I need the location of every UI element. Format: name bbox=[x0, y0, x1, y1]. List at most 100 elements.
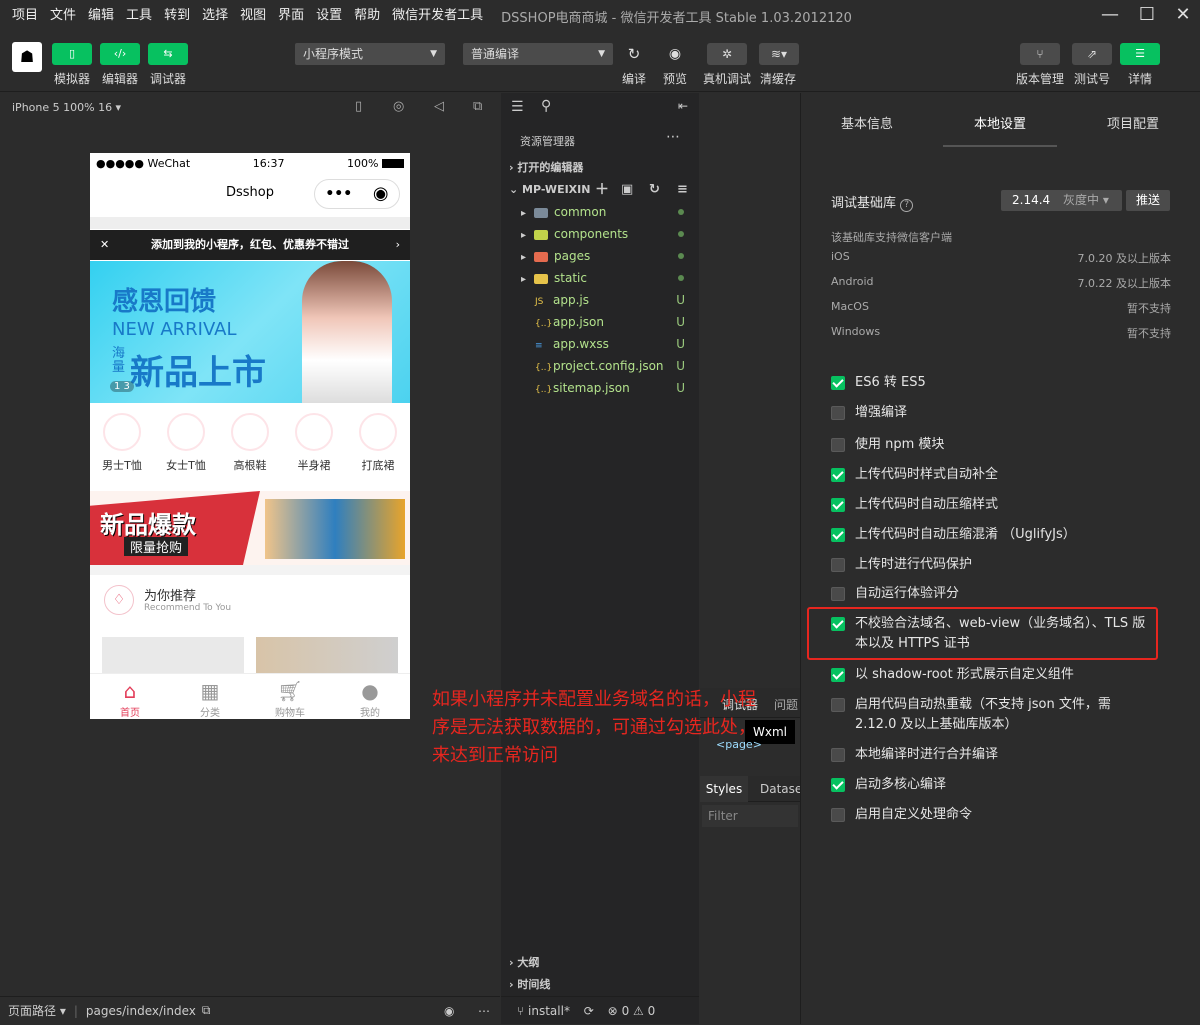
menu-file[interactable]: 文件 bbox=[44, 0, 82, 32]
warning-icon[interactable]: ⚠ bbox=[633, 1004, 644, 1018]
branch-name[interactable]: install* bbox=[528, 1004, 570, 1018]
collapse-all-icon[interactable]: ≡ bbox=[677, 179, 688, 201]
debugger-button[interactable]: ⇆ bbox=[148, 43, 188, 65]
phone-outline-icon[interactable]: ▯ bbox=[355, 99, 362, 114]
option-row[interactable]: 启用代码自动热重载（不支持 json 文件，需 2.12.0 及以上基础库版本） bbox=[831, 695, 1171, 735]
tab-styles[interactable]: Styles bbox=[700, 776, 748, 802]
remote-debug-button[interactable]: ✲ bbox=[707, 43, 747, 65]
refresh-icon[interactable]: ↻ bbox=[649, 179, 660, 201]
capsule-close-icon[interactable]: ◉ bbox=[373, 174, 389, 214]
checkbox-icon[interactable] bbox=[831, 406, 845, 420]
option-row[interactable]: 上传时进行代码保护 bbox=[831, 555, 1171, 575]
file-item[interactable]: JS app.js U bbox=[501, 289, 699, 311]
chevron-right-icon[interactable]: › bbox=[396, 230, 400, 260]
avatar[interactable]: ☗ bbox=[12, 42, 42, 72]
files-icon[interactable]: ☰ bbox=[511, 99, 524, 115]
window-icon[interactable]: ⧉ bbox=[473, 99, 482, 114]
clear-cache-button[interactable]: ≋▾ bbox=[759, 43, 799, 65]
menu-help[interactable]: 帮助 bbox=[348, 0, 386, 32]
file-item[interactable]: {..}project.config.json U bbox=[501, 355, 699, 377]
promo-banner[interactable]: 新品爆款 限量抢购 bbox=[90, 491, 410, 565]
minimize-icon[interactable]: — bbox=[1090, 0, 1130, 32]
checkbox-checked-icon[interactable] bbox=[831, 376, 845, 390]
checkbox-icon[interactable] bbox=[831, 558, 845, 572]
tab-issues[interactable]: 问题 bbox=[774, 696, 798, 713]
push-button[interactable]: 推送 bbox=[1126, 190, 1170, 211]
checkbox-checked-icon[interactable] bbox=[831, 668, 845, 682]
eye-icon[interactable]: ◉ bbox=[660, 43, 690, 65]
maximize-icon[interactable]: ☐ bbox=[1127, 0, 1167, 32]
menu-devtools[interactable]: 微信开发者工具 bbox=[386, 0, 489, 32]
timeline-section[interactable]: › 时间线 bbox=[501, 974, 699, 996]
option-row[interactable]: ES6 转 ES5 bbox=[831, 373, 1171, 393]
checkbox-icon[interactable] bbox=[831, 438, 845, 452]
checkbox-icon[interactable] bbox=[831, 748, 845, 762]
checkbox-icon[interactable] bbox=[831, 808, 845, 822]
add-tip-bar[interactable]: ✕ 添加到我的小程序，红包、优惠券不错过 › bbox=[90, 230, 410, 260]
tab-category[interactable]: ▦ 分类 bbox=[170, 674, 250, 719]
option-row[interactable]: 启用自定义处理命令 bbox=[831, 805, 1171, 825]
record-icon[interactable]: ◎ bbox=[393, 99, 404, 114]
menu-project[interactable]: 项目 bbox=[6, 0, 44, 32]
option-row[interactable]: 启动多核心编译 bbox=[831, 775, 1171, 795]
checkbox-checked-icon[interactable] bbox=[831, 528, 845, 542]
tab-local-settings[interactable]: 本地设置 bbox=[974, 113, 1026, 132]
folder-item[interactable]: ▸ components bbox=[501, 223, 699, 245]
checkbox-checked-icon[interactable] bbox=[831, 778, 845, 792]
menu-settings[interactable]: 设置 bbox=[310, 0, 348, 32]
tab-home[interactable]: ⌂ 首页 bbox=[90, 674, 170, 719]
checkbox-icon[interactable] bbox=[831, 698, 845, 712]
menu-goto[interactable]: 转到 bbox=[158, 0, 196, 32]
option-row[interactable]: 上传代码时样式自动补全 bbox=[831, 465, 1171, 485]
sync-icon[interactable]: ⟳ bbox=[584, 1004, 594, 1018]
version-button[interactable]: ⑂ bbox=[1020, 43, 1060, 65]
details-button[interactable]: ☰ bbox=[1120, 43, 1160, 65]
eye-icon[interactable]: ◉ bbox=[444, 1004, 454, 1018]
checkbox-icon[interactable] bbox=[831, 587, 845, 601]
tab-cart[interactable]: 🛒︎ 购物车 bbox=[250, 674, 330, 719]
simulator-button[interactable]: ▯ bbox=[52, 43, 92, 65]
product-card[interactable] bbox=[102, 637, 244, 677]
compile-select[interactable]: 普通编译 ▼ bbox=[463, 43, 613, 65]
more-dots-icon[interactable]: ••• bbox=[325, 174, 352, 214]
tab-project-config[interactable]: 项目配置 bbox=[1107, 113, 1159, 132]
capsule-button[interactable]: ••• ◉ bbox=[314, 179, 400, 209]
project-section[interactable]: ⌄ MP-WEIXIN ＋ ▣ ↻ ≡ bbox=[501, 179, 699, 201]
new-file-icon[interactable]: ＋ bbox=[595, 179, 609, 201]
category-item[interactable]: 高根鞋 bbox=[222, 408, 278, 488]
option-row[interactable]: 上传代码时自动压缩样式 bbox=[831, 495, 1171, 515]
mode-select[interactable]: 小程序模式 ▼ bbox=[295, 43, 445, 65]
error-icon[interactable]: ⊗ bbox=[608, 1004, 618, 1018]
editor-button[interactable]: ‹/› bbox=[100, 43, 140, 65]
file-item[interactable]: ≡ app.wxss U bbox=[501, 333, 699, 355]
menu-edit[interactable]: 编辑 bbox=[82, 0, 120, 32]
new-folder-icon[interactable]: ▣ bbox=[621, 179, 633, 201]
option-row[interactable]: 自动运行体验评分 bbox=[831, 584, 1171, 604]
file-item[interactable]: {..}app.json U bbox=[501, 311, 699, 333]
option-row[interactable]: 本地编译时进行合并编译 bbox=[831, 745, 1171, 765]
filter-input[interactable]: Filter bbox=[702, 805, 798, 827]
option-row[interactable]: 使用 npm 模块 bbox=[831, 435, 1171, 455]
more-icon[interactable]: ⋯ bbox=[666, 129, 680, 145]
refresh-icon[interactable]: ↻ bbox=[620, 43, 648, 65]
outline-section[interactable]: › 大纲 bbox=[501, 952, 699, 974]
option-row[interactable]: 上传代码时自动压缩混淆 （UglifyJs） bbox=[831, 525, 1171, 545]
checkbox-checked-icon[interactable] bbox=[831, 498, 845, 512]
menu-tools[interactable]: 工具 bbox=[120, 0, 158, 32]
close-icon[interactable]: ✕ bbox=[1163, 0, 1200, 32]
tab-basic-info[interactable]: 基本信息 bbox=[841, 113, 893, 132]
folder-item[interactable]: ▸ common bbox=[501, 201, 699, 223]
category-item[interactable]: 男士T恤 bbox=[94, 408, 150, 488]
option-row[interactable]: 以 shadow-root 形式展示自定义组件 bbox=[831, 665, 1171, 685]
volume-icon[interactable]: ◁ bbox=[434, 99, 444, 114]
file-item[interactable]: {..}sitemap.json U bbox=[501, 377, 699, 399]
category-item[interactable]: 打底裙 bbox=[350, 408, 406, 488]
test-account-button[interactable]: ⇗ bbox=[1072, 43, 1112, 65]
menu-view[interactable]: 视图 bbox=[234, 0, 272, 32]
more-icon[interactable]: ⋯ bbox=[478, 1004, 490, 1018]
checkbox-checked-icon[interactable] bbox=[831, 468, 845, 482]
option-row[interactable]: 增强编译 bbox=[831, 403, 1171, 423]
open-editors-section[interactable]: › 打开的编辑器 bbox=[501, 157, 699, 179]
page-path-select[interactable]: 页面路径 ▾ bbox=[8, 1002, 66, 1019]
tab-mine[interactable]: ● 我的 bbox=[330, 674, 410, 719]
